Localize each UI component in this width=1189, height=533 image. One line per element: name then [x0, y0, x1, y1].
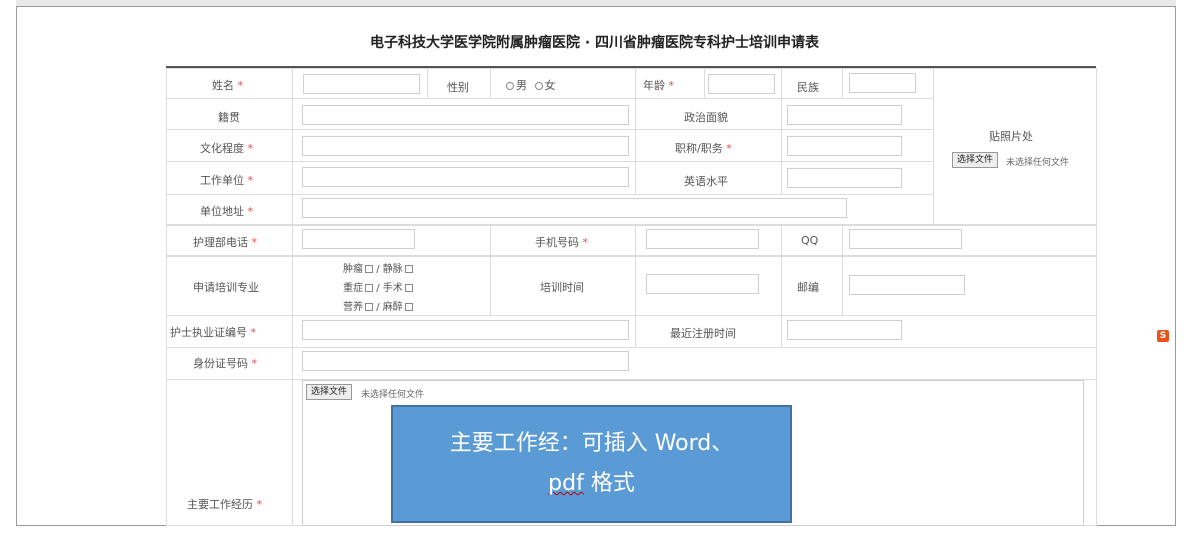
english-level-label: 英语水平 — [684, 175, 728, 188]
anesthesia-checkbox[interactable] — [404, 303, 413, 311]
photo-file-button[interactable]: 选择文件 — [952, 152, 999, 168]
english-level-input[interactable] — [787, 168, 902, 188]
gender-female-label: 女 — [544, 79, 556, 92]
form-title: 电子科技大学医学院附属肿瘤医院 · 四川省肿瘤医院专科护士培训申请表 — [369, 35, 820, 51]
license-no-label: 护士执业证编号 * — [170, 326, 256, 339]
specialty-row-3: 营养 / 麻醉 — [343, 298, 413, 313]
callout-box: 主要工作经：可插入 Word、 pdf 格式 — [391, 405, 792, 523]
mobile-label: 手机号码 * — [535, 236, 588, 249]
unit-address-input[interactable] — [302, 198, 847, 218]
nursing-dept-phone-input[interactable] — [302, 229, 415, 249]
work-unit-input[interactable] — [302, 167, 629, 187]
training-time-input[interactable] — [646, 274, 759, 294]
vein-checkbox[interactable] — [404, 265, 413, 273]
sogou-input-icon[interactable]: S — [1157, 330, 1169, 342]
work-experience-label: 主要工作经历 * — [187, 498, 262, 511]
work-experience-file-button[interactable]: 选择文件 — [306, 384, 353, 400]
nutrition-checkbox[interactable] — [365, 303, 373, 311]
specialty-label: 申请培训专业 — [193, 281, 259, 294]
education-label: 文化程度 * — [200, 142, 253, 155]
surgery-checkbox[interactable] — [404, 284, 413, 292]
age-input[interactable] — [708, 74, 775, 94]
work-experience-file-status: 未选择任何文件 — [361, 390, 425, 400]
nursing-dept-phone-label: 护理部电话 * — [193, 236, 257, 249]
gender-male-radio[interactable] — [506, 82, 514, 90]
callout-line-2: pdf 格式 — [548, 471, 635, 496]
photo-label: 贴照片处 — [989, 130, 1033, 143]
postcode-input[interactable] — [849, 275, 965, 295]
political-status-input[interactable] — [787, 105, 902, 125]
mobile-input[interactable] — [646, 229, 759, 249]
qq-label: QQ — [801, 234, 819, 247]
unit-address-label: 单位地址 * — [200, 205, 253, 218]
photo-file-status: 未选择任何文件 — [1006, 158, 1070, 168]
name-input[interactable] — [303, 74, 420, 94]
gender-female-radio[interactable] — [534, 82, 543, 90]
id-number-label: 身份证号码 * — [193, 357, 257, 370]
training-time-label: 培训时间 — [540, 281, 584, 294]
native-place-label: 籍贯 — [218, 111, 240, 124]
ethnicity-input[interactable] — [849, 73, 916, 93]
recent-registration-label: 最近注册时间 — [670, 327, 736, 340]
tumor-checkbox[interactable] — [365, 265, 373, 273]
postcode-label: 邮编 — [797, 281, 819, 294]
callout-line-1: 主要工作经：可插入 Word、 — [449, 431, 734, 456]
name-label: 姓名 * — [212, 79, 243, 92]
icu-checkbox[interactable] — [365, 284, 373, 292]
work-unit-label: 工作单位 * — [200, 174, 253, 187]
title-position-input[interactable] — [787, 136, 902, 156]
photo-cell — [933, 68, 1097, 225]
age-label: 年龄 * — [643, 79, 674, 92]
title-position-label: 职称/职务 * — [675, 142, 732, 155]
education-input[interactable] — [302, 136, 629, 156]
specialty-row-1: 肿瘤 / 静脉 — [343, 260, 413, 275]
gender-label: 性别 — [447, 81, 469, 94]
license-no-input[interactable] — [302, 320, 629, 340]
gender-male-label: 男 — [516, 79, 527, 92]
qq-input[interactable] — [849, 229, 962, 249]
native-place-input[interactable] — [302, 105, 629, 125]
ethnicity-label: 民族 — [797, 81, 819, 94]
recent-registration-input[interactable] — [787, 320, 902, 340]
political-status-label: 政治面貌 — [684, 111, 728, 124]
id-number-input[interactable] — [302, 351, 629, 371]
specialty-row-2: 重症 / 手术 — [343, 279, 413, 294]
gender-radio-group: 男 女 — [506, 77, 556, 93]
